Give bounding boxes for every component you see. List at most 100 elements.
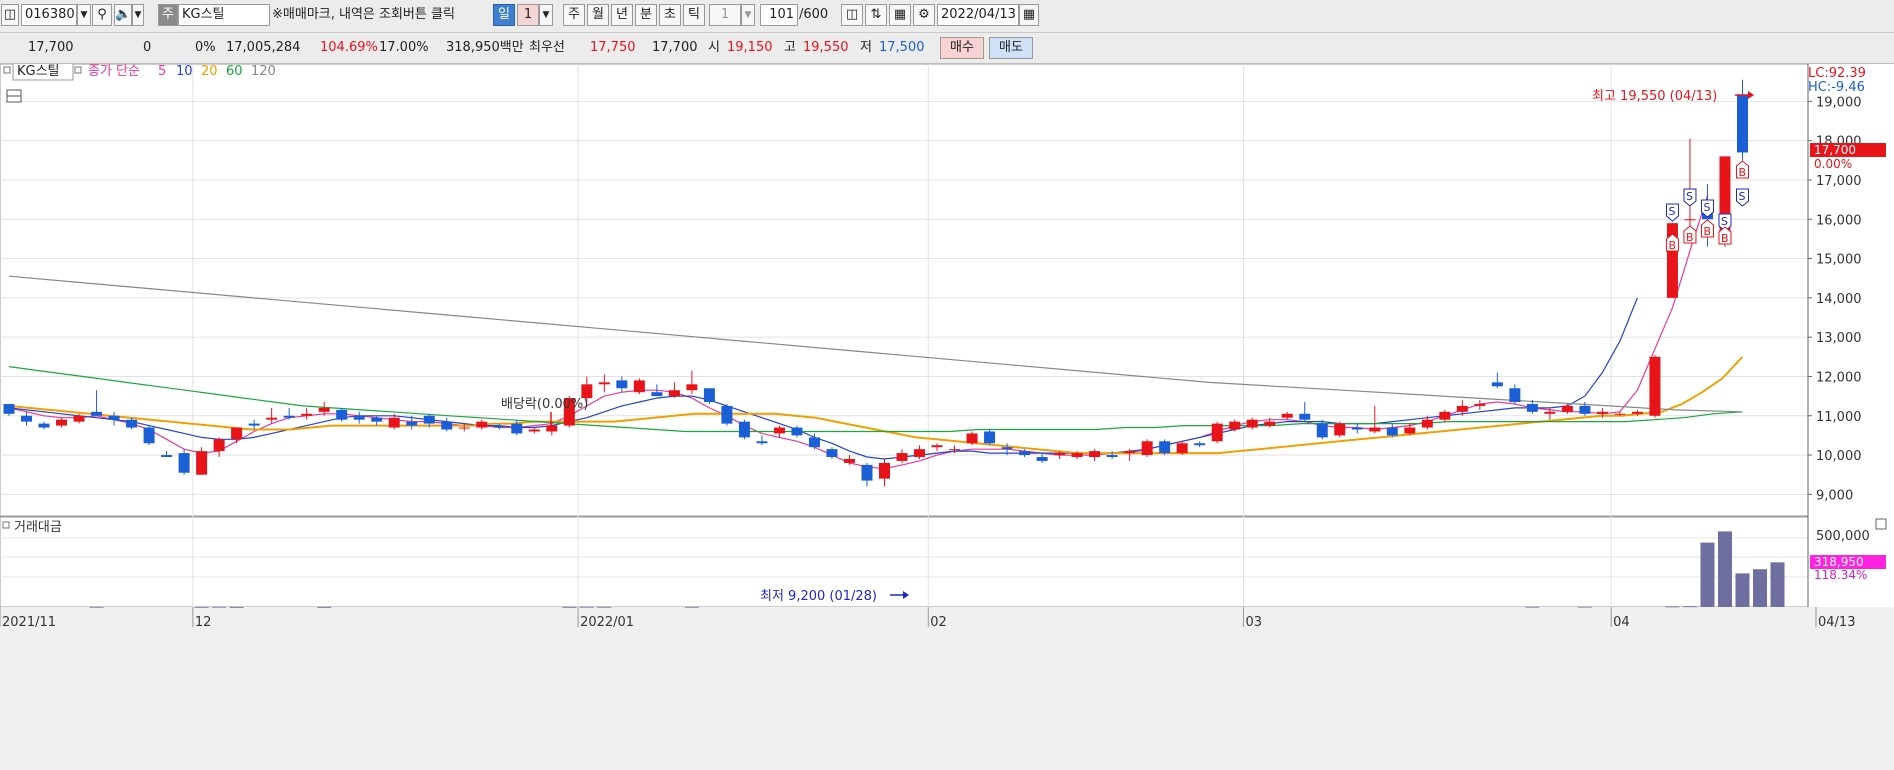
- y-tick-label: 11,000: [1816, 410, 1862, 425]
- layout-icon[interactable]: ◫: [1, 4, 19, 26]
- lc-label: LC:92.39: [1808, 66, 1866, 81]
- volume-bar: [1753, 569, 1767, 607]
- candle-body: [861, 464, 873, 481]
- volume-square-icon: [2, 521, 10, 529]
- candle-body: [581, 384, 593, 399]
- period-minute-button[interactable]: 분: [635, 4, 657, 26]
- high-price: 19,550: [803, 40, 849, 55]
- x-tick-label: 03: [1245, 615, 1262, 630]
- candle-body: [1439, 411, 1451, 420]
- code-dropdown-icon[interactable]: ▼: [77, 4, 91, 26]
- period-week-button[interactable]: 주: [563, 4, 585, 26]
- candle-body: [353, 415, 365, 420]
- y-tick-label: 19,000: [1816, 95, 1862, 110]
- high-label: 고: [784, 40, 796, 55]
- volume-bar: [1682, 606, 1697, 608]
- best-quote-label: 최우선: [529, 40, 565, 55]
- candle-body: [773, 427, 785, 434]
- candle-body: [406, 421, 418, 426]
- dividend-annotation: 배당락(0.00%): [501, 397, 588, 412]
- candle-body: [616, 380, 628, 389]
- sell-button[interactable]: 매도: [989, 37, 1033, 59]
- candle-body: [196, 451, 208, 475]
- price-chart[interactable]: 19,00018,00017,00016,00015,00014,00013,0…: [0, 62, 1894, 766]
- volume-tag-value: 318,950: [1814, 555, 1864, 569]
- best-bid: 17,700: [652, 40, 698, 55]
- period-day-button[interactable]: 일: [493, 4, 515, 26]
- sell-signal-label: S: [1668, 205, 1675, 218]
- period-year-button[interactable]: 년: [611, 4, 633, 26]
- candle-body: [1526, 403, 1538, 412]
- candle-body: [283, 415, 295, 418]
- volume-ratio: 104.69%: [320, 40, 378, 55]
- candle-body: [1386, 427, 1398, 436]
- y-tick-label: 15,000: [1816, 253, 1862, 268]
- speaker-icon[interactable]: 🔈: [114, 4, 132, 26]
- candle-body: [371, 417, 383, 422]
- volume-bar: [89, 606, 104, 608]
- candle-body: [178, 453, 190, 473]
- candle-body: [423, 415, 435, 424]
- period-dropdown-icon[interactable]: ▼: [539, 4, 553, 26]
- candle-body: [1141, 441, 1153, 456]
- legend-stock-name: KG스틸: [17, 64, 60, 79]
- candle-body: [1211, 423, 1223, 442]
- y-tick-label: 9,000: [1816, 488, 1853, 503]
- candle-body: [493, 425, 505, 428]
- candle-body: [949, 449, 961, 451]
- candle-body: [738, 421, 750, 438]
- low-label: 저: [860, 40, 872, 55]
- candle-body: [1194, 443, 1206, 446]
- speaker-dropdown-icon[interactable]: ▼: [132, 4, 144, 26]
- settings-gear-icon[interactable]: ⚙: [913, 4, 935, 26]
- volume-bar: [1735, 573, 1750, 607]
- candle-body: [1421, 419, 1433, 428]
- candle-body: [1264, 421, 1276, 426]
- chart-tools-icon[interactable]: ⇅: [865, 4, 887, 26]
- period-month-button[interactable]: 월: [587, 4, 609, 26]
- candle-body: [1019, 451, 1031, 456]
- date-input[interactable]: 2022/04/13: [937, 4, 1019, 26]
- candle-body: [1369, 427, 1381, 432]
- save-icon[interactable]: ▦: [889, 4, 911, 26]
- candle-body: [1229, 421, 1241, 430]
- volume-value: 17,005,284: [226, 40, 301, 55]
- candle-body: [1124, 451, 1136, 454]
- buy-button[interactable]: 매수: [940, 37, 984, 59]
- y-tick-label: 12,000: [1816, 370, 1862, 385]
- x-tick-label: 2022/01: [580, 615, 634, 630]
- sell-signal-label: S: [1721, 215, 1728, 228]
- stock-code-input[interactable]: 016380: [21, 4, 77, 26]
- interval-dropdown-icon[interactable]: ▼: [741, 4, 755, 26]
- legend-ma120: 120: [251, 64, 276, 79]
- candle-body: [1281, 413, 1293, 418]
- interval-input[interactable]: 1: [709, 4, 741, 26]
- candle-body: [1561, 405, 1573, 412]
- x-tick-label: 12: [195, 615, 212, 630]
- buy-signal-label: B: [1738, 166, 1746, 179]
- chart-area: 19,000 18,000 17,000 16,000 15,000 14,000 13,0…: [0, 62, 1894, 766]
- legend-ma20: 20: [201, 64, 218, 79]
- high-annotation: 최고 19,550 (04/13): [1592, 89, 1717, 104]
- candle-body: [1474, 403, 1486, 406]
- volume-close-icon[interactable]: [1875, 518, 1887, 530]
- candle-body: [1614, 413, 1626, 415]
- x-tick-label: 04/13: [1818, 615, 1855, 630]
- candle-body: [528, 429, 540, 432]
- bar-count-input[interactable]: 101: [760, 4, 798, 26]
- period-day-count[interactable]: 1: [517, 4, 539, 26]
- candle-body: [73, 415, 85, 422]
- y-tick-label: 13,000: [1816, 331, 1862, 346]
- calendar-icon[interactable]: ▦: [1019, 4, 1039, 26]
- x-tick-label: 02: [930, 615, 947, 630]
- candle-body: [458, 427, 470, 429]
- candle-body: [756, 441, 768, 444]
- candle-type-icon[interactable]: ◫: [841, 4, 863, 26]
- candle-body: [126, 419, 138, 428]
- search-icon[interactable]: ⚲: [92, 4, 112, 26]
- period-tick-button[interactable]: 틱: [683, 4, 705, 26]
- open-price: 19,150: [727, 40, 773, 55]
- period-second-button[interactable]: 초: [659, 4, 681, 26]
- stock-name-field[interactable]: KG스틸: [178, 4, 270, 26]
- legend-ma10: 10: [176, 64, 193, 79]
